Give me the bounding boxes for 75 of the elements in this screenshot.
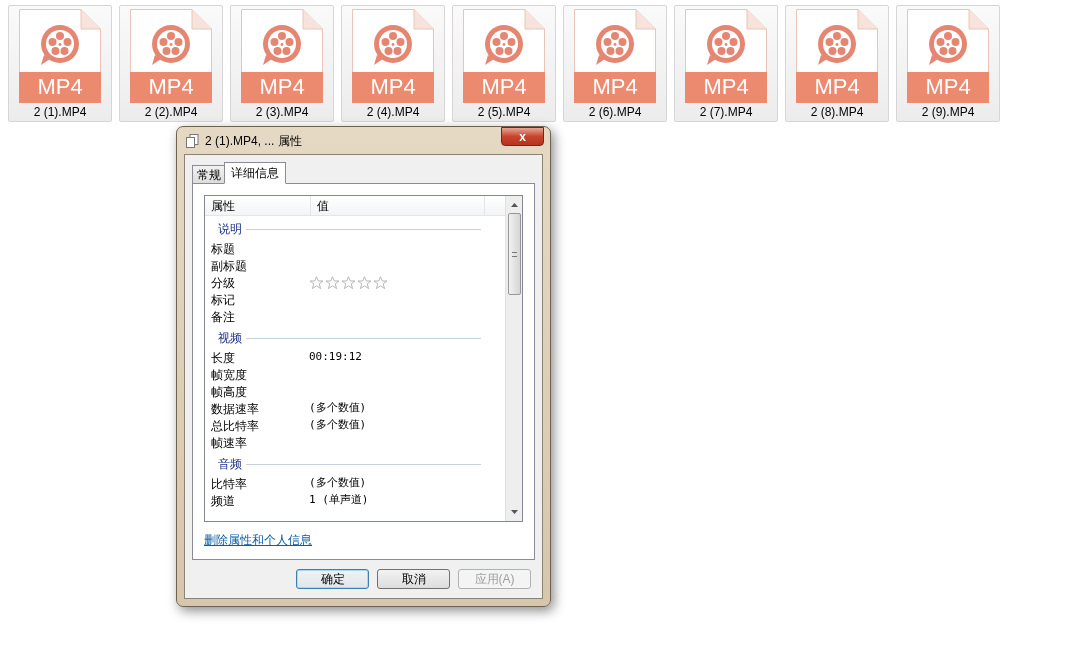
file-name: 2 (1).MP4 [33,104,87,121]
file-type-label: MP4 [924,74,972,100]
property-value: (多个数值) [309,400,367,417]
property-name: 数据速率 [210,400,260,418]
property-value: (多个数值) [309,475,367,492]
file-name: 2 (3).MP4 [255,104,309,121]
file-type-label: MP4 [813,74,861,100]
file-name: 2 (5).MP4 [477,104,531,121]
property-name: 标题 [210,240,236,258]
documents-icon [186,133,199,148]
file-type-label: MP4 [480,74,528,100]
mp4-file-icon [352,9,434,103]
property-name: 总比特率 [210,417,260,435]
group-header: 说明 [218,221,242,238]
file-name: 2 (9).MP4 [921,104,975,121]
file-tile[interactable]: MP4 2 (6).MP4 [563,5,667,122]
star-icon[interactable] [373,275,388,290]
mp4-file-icon [796,9,878,103]
scrollbar-thumb[interactable] [507,213,521,295]
property-name: 频道 [210,492,236,510]
property-name: 备注 [210,308,236,326]
star-icon[interactable] [309,275,324,290]
property-name: 长度 [210,349,236,367]
property-name: 帧宽度 [210,366,248,384]
property-name: 分级 [210,274,236,292]
file-tile[interactable]: MP4 2 (4).MP4 [341,5,445,122]
file-type-label: MP4 [36,74,84,100]
star-icon[interactable] [325,275,340,290]
property-value: (多个数值) [309,417,367,434]
scrollbar[interactable] [505,196,522,521]
property-name: 比特率 [210,475,248,493]
file-name: 2 (6).MP4 [588,104,642,121]
remove-properties-link[interactable]: 删除属性和个人信息 [204,531,312,549]
file-type-label: MP4 [591,74,639,100]
star-icon[interactable] [341,275,356,290]
window-title: 2 (1).MP4, ... 属性 [205,132,302,150]
file-tile[interactable]: MP4 2 (1).MP4 [8,5,112,122]
file-type-label: MP4 [147,74,195,100]
column-header[interactable]: 值 [311,196,485,215]
file-tile[interactable]: MP4 2 (9).MP4 [896,5,1000,122]
mp4-file-icon [907,9,989,103]
mp4-file-icon [19,9,101,103]
property-name: 帧高度 [210,383,248,401]
group-header: 音频 [218,456,242,473]
mp4-file-icon [130,9,212,103]
property-value: 1 (单声道) [309,492,369,509]
scroll-down-icon[interactable] [510,510,518,514]
file-tile[interactable]: MP4 2 (8).MP4 [785,5,889,122]
file-tile[interactable]: MP4 2 (3).MP4 [230,5,334,122]
column-header[interactable]: 属性 [205,196,311,215]
star-icon[interactable] [357,275,372,290]
file-type-label: MP4 [258,74,306,100]
mp4-file-icon [574,9,656,103]
property-name: 副标题 [210,257,248,275]
file-name: 2 (4).MP4 [366,104,420,121]
mp4-file-icon [241,9,323,103]
tab[interactable]: 详细信息 [224,162,286,184]
mp4-file-icon [685,9,767,103]
property-value: 00:19:12 [309,349,362,366]
file-tile[interactable]: MP4 2 (7).MP4 [674,5,778,122]
mp4-file-icon [463,9,545,103]
property-name: 帧速率 [210,434,248,452]
scroll-up-icon[interactable] [510,203,518,207]
file-name: 2 (8).MP4 [810,104,864,121]
file-name: 2 (7).MP4 [699,104,753,121]
group-header: 视频 [218,330,242,347]
file-tile[interactable]: MP4 2 (2).MP4 [119,5,223,122]
file-type-label: MP4 [702,74,750,100]
file-tile[interactable]: MP4 2 (5).MP4 [452,5,556,122]
file-type-label: MP4 [369,74,417,100]
close-button[interactable]: x [501,127,544,146]
property-name: 标记 [210,291,236,309]
dialog-button[interactable]: 取消 [377,569,450,589]
dialog-button[interactable]: 确定 [296,569,369,589]
file-name: 2 (2).MP4 [144,104,198,121]
